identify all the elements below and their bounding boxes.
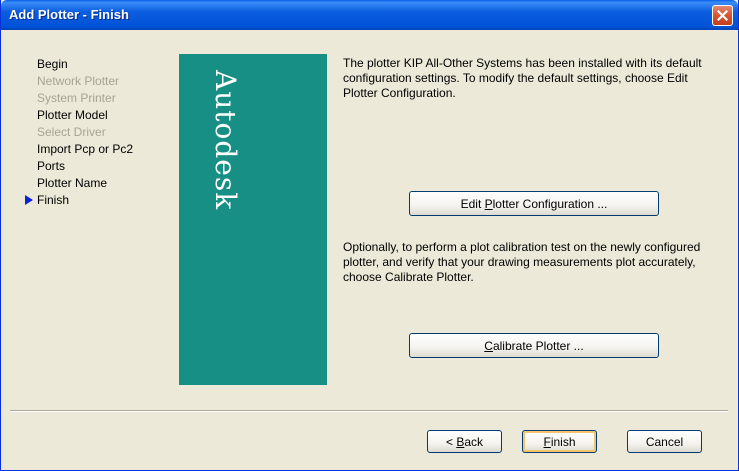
back-button[interactable]: < Back xyxy=(427,430,502,453)
close-icon xyxy=(717,10,728,21)
wizard-steps: Begin Network Plotter System Printer Plo… xyxy=(25,56,177,209)
button-label: < Back xyxy=(445,434,484,449)
window-title: Add Plotter - Finish xyxy=(9,7,129,22)
calibration-info-text: Optionally, to perform a plot calibratio… xyxy=(343,240,701,284)
step-begin: Begin xyxy=(37,56,177,73)
close-button[interactable] xyxy=(712,5,733,26)
step-label: Plotter Name xyxy=(37,176,108,190)
current-step-arrow-icon xyxy=(25,195,33,205)
edit-plotter-configuration-button[interactable]: Edit Plotter Configuration ... xyxy=(409,191,659,216)
button-label: Edit Plotter Configuration ... xyxy=(460,196,608,211)
install-info-text: The plotter KIP All-Other Systems has be… xyxy=(343,56,702,100)
step-import-pcp: Import Pcp or Pc2 xyxy=(37,141,177,158)
button-label: Cancel xyxy=(645,434,684,449)
step-system-printer: System Printer xyxy=(37,90,177,107)
step-finish: Finish xyxy=(25,192,177,209)
step-label: Finish xyxy=(37,193,70,207)
title-bar[interactable]: Add Plotter - Finish xyxy=(1,0,738,30)
add-plotter-dialog: Add Plotter - Finish Begin Network Plott… xyxy=(0,0,739,471)
step-label: Select Driver xyxy=(37,125,106,139)
step-label: Import Pcp or Pc2 xyxy=(37,142,134,156)
step-label: Begin xyxy=(37,57,68,71)
step-plotter-name: Plotter Name xyxy=(37,175,177,192)
step-ports: Ports xyxy=(37,158,177,175)
cancel-button[interactable]: Cancel xyxy=(627,430,702,453)
step-label: System Printer xyxy=(37,91,116,105)
step-select-driver: Select Driver xyxy=(37,124,177,141)
step-label: Ports xyxy=(37,159,66,173)
dialog-content: Begin Network Plotter System Printer Plo… xyxy=(4,30,737,468)
calibrate-plotter-button[interactable]: Calibrate Plotter ... xyxy=(409,333,659,358)
button-label: Finish xyxy=(543,434,576,449)
autodesk-logo: Autodesk xyxy=(209,70,242,211)
button-label: Calibrate Plotter ... xyxy=(484,338,584,353)
step-label: Network Plotter xyxy=(37,74,120,88)
autodesk-brand-panel: Autodesk xyxy=(179,54,327,385)
step-network-plotter: Network Plotter xyxy=(37,73,177,90)
footer-separator xyxy=(10,410,728,412)
step-label: Plotter Model xyxy=(37,108,108,122)
finish-button[interactable]: Finish xyxy=(522,430,597,453)
step-plotter-model: Plotter Model xyxy=(37,107,177,124)
